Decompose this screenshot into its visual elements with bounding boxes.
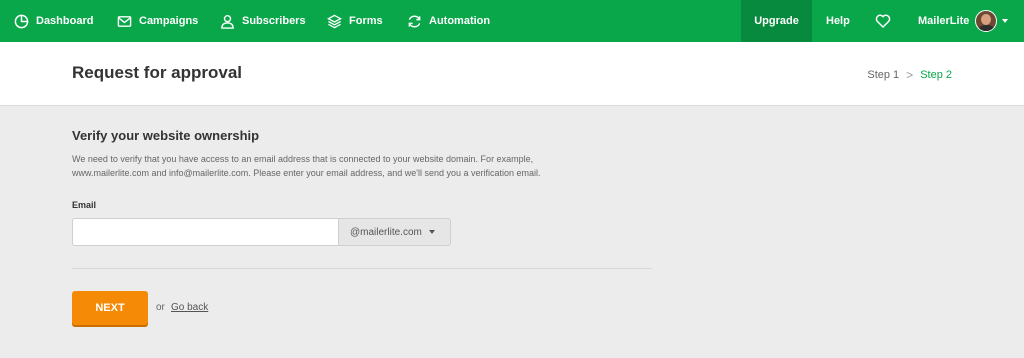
user-icon <box>221 14 234 29</box>
nav-item-label: Subscribers <box>242 15 306 27</box>
account-menu[interactable]: MailerLite <box>918 0 1009 42</box>
nav-item-automation[interactable]: Automation <box>407 0 490 42</box>
layers-icon <box>327 14 342 28</box>
section-description: We need to verify that you have access t… <box>72 152 632 180</box>
nav-item-forms[interactable]: Forms <box>327 0 383 42</box>
page-header: Request for approval Step 1 > Step 2 <box>0 42 1024 106</box>
page-title: Request for approval <box>72 63 243 82</box>
nav-item-campaigns[interactable]: Campaigns <box>117 0 198 42</box>
step-2: Step 2 <box>920 69 952 81</box>
nav-item-subscribers[interactable]: Subscribers <box>220 0 306 42</box>
top-navigation: Dashboard Campaigns Subscribers Forms Au… <box>0 0 1024 42</box>
dashboard-icon <box>14 14 29 28</box>
next-button[interactable]: NEXT <box>72 291 148 325</box>
description-line-1: We need to verify that you have access t… <box>72 154 534 164</box>
nav-item-label: Campaigns <box>139 15 199 27</box>
help-link[interactable]: Help <box>826 0 850 42</box>
email-input[interactable] <box>72 218 338 246</box>
domain-select[interactable]: @mailerlite.com <box>338 218 451 246</box>
nav-item-label: Forms <box>349 15 383 27</box>
section-title: Verify your website ownership <box>72 128 260 143</box>
chevron-down-icon <box>1002 19 1009 23</box>
chevron-right-icon: > <box>906 68 914 82</box>
avatar <box>975 10 998 32</box>
step-1: Step 1 <box>867 69 900 81</box>
nav-item-dashboard[interactable]: Dashboard <box>14 0 93 42</box>
email-label: Email <box>72 200 97 210</box>
nav-item-label: Automation <box>429 15 491 27</box>
go-back-link[interactable]: Go back <box>171 302 208 313</box>
envelope-icon <box>117 15 132 27</box>
divider <box>72 268 652 269</box>
step-indicator: Step 1 > Step 2 <box>867 68 952 82</box>
heart-icon[interactable] <box>875 13 891 29</box>
domain-selected-value: @mailerlite.com <box>350 226 422 238</box>
nav-item-label: Dashboard <box>36 15 94 27</box>
chevron-down-icon <box>428 230 435 234</box>
description-line-2: www.mailerlite.com and info@mailerlite.c… <box>72 168 541 178</box>
or-text: or <box>156 302 165 313</box>
upgrade-button[interactable]: Upgrade <box>741 0 812 42</box>
account-name: MailerLite <box>918 15 970 27</box>
refresh-icon <box>408 15 421 27</box>
